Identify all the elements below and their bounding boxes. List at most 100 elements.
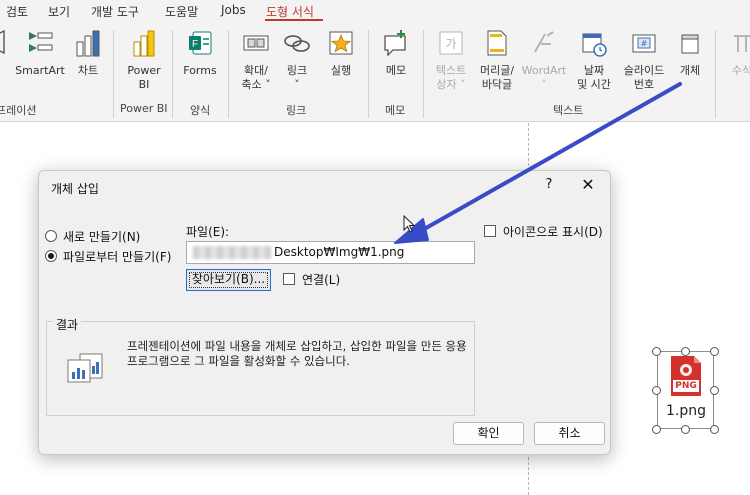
header-footer-label-1: 머리글/: [479, 64, 515, 77]
create-from-file-radio[interactable]: 파일로부터 만들기(F): [45, 248, 171, 264]
browse-button[interactable]: 찾아보기(B)...: [186, 269, 271, 291]
powerbi-label-2: BI: [138, 78, 150, 91]
create-new-radio[interactable]: 새로 만들기(N): [45, 228, 140, 244]
zoom-label-1: 확대/: [244, 64, 268, 77]
tab-review[interactable]: 검토: [6, 3, 28, 20]
shapes-button[interactable]: [0, 28, 8, 64]
group-label-comments: 메모: [385, 104, 406, 117]
group-separator: [368, 30, 369, 118]
forms-icon: F: [180, 28, 220, 60]
slide-number-button[interactable]: # 슬라이드 번호: [618, 28, 670, 92]
display-as-icon-checkbox[interactable]: 아이콘으로 표시(D): [484, 223, 603, 239]
resize-handle-nw[interactable]: [652, 347, 661, 356]
equation-button[interactable]: 수식: [727, 28, 750, 78]
svg-text:가: 가: [445, 37, 456, 51]
close-button[interactable]: ✕: [577, 175, 599, 194]
forms-label: Forms: [183, 64, 217, 77]
date-time-label-2: 및 시간: [577, 78, 611, 91]
redacted-path: [193, 246, 271, 259]
chart-button[interactable]: 차트: [73, 28, 103, 78]
action-label: 실행: [330, 64, 352, 77]
result-description: 프레젠테이션에 파일 내용을 개체로 삽입하고, 삽입한 파일을 만든 응용 프…: [127, 339, 467, 368]
group-separator: [113, 30, 114, 118]
radio-circle-checked: [45, 250, 57, 262]
help-button[interactable]: ?: [539, 177, 559, 192]
insert-object-dialog: 개체 삽입 ? ✕ 새로 만들기(N) 파일로부터 만들기(F) 파일(E): …: [38, 170, 611, 455]
menu-bar: 검토 보기 개발 도구 도움말 Jobs 도형 서식: [0, 0, 750, 22]
resize-handle-e[interactable]: [710, 386, 719, 395]
chart-label: 차트: [77, 64, 99, 77]
powerbi-icon: [124, 28, 164, 60]
zoom-icon: [236, 28, 276, 60]
svg-text:F: F: [192, 39, 198, 50]
file-path-input[interactable]: Desktop₩Img₩1.png: [186, 241, 475, 264]
wordart-label-1: WordArt: [521, 64, 567, 77]
action-button[interactable]: 실행: [324, 28, 358, 78]
header-footer-label-2: 바닥글: [481, 78, 513, 91]
smartart-icon: [14, 28, 66, 60]
cancel-button[interactable]: 취소: [534, 422, 605, 445]
resize-handle-w[interactable]: [652, 386, 661, 395]
link-icon: [282, 28, 312, 60]
embedded-document-icon: [66, 352, 106, 388]
resize-handle-ne[interactable]: [710, 347, 719, 356]
wordart-label-2: ˅: [541, 78, 547, 91]
create-from-file-label: 파일로부터 만들기(F): [63, 249, 172, 264]
powerbi-button[interactable]: Power BI: [124, 28, 164, 92]
resize-handle-s[interactable]: [681, 425, 690, 434]
tab-help[interactable]: 도움말: [165, 3, 198, 20]
wordart-button[interactable]: WordArt ˅: [520, 28, 568, 92]
zoom-label-2: 축소 ˅: [241, 78, 271, 91]
group-label-illustrations: 프레이션: [0, 104, 37, 117]
object-label: 개체: [679, 64, 701, 77]
group-separator: [172, 30, 173, 118]
memo-label: 메모: [385, 64, 407, 77]
resize-handle-sw[interactable]: [652, 425, 661, 434]
tab-developer[interactable]: 개발 도구: [91, 3, 139, 20]
object-button[interactable]: 개체: [672, 28, 708, 78]
group-label-forms: 양식: [190, 104, 211, 117]
tab-shape-format[interactable]: 도형 서식: [266, 3, 314, 20]
link-label-1: 링크: [286, 64, 308, 77]
link-button[interactable]: 링크 ˅: [282, 28, 312, 92]
star-icon: [324, 28, 358, 60]
slide-number-label-1: 슬라이드: [623, 64, 665, 77]
embedded-object-label: 1.png: [665, 403, 706, 419]
zoom-button[interactable]: 확대/ 축소 ˅: [236, 28, 276, 92]
date-time-button[interactable]: 날짜 및 시간: [572, 28, 616, 92]
file-label: 파일(E):: [186, 225, 230, 239]
smartart-button[interactable]: SmartArt: [14, 28, 66, 78]
comment-icon: [378, 28, 414, 60]
radio-circle: [45, 230, 57, 242]
ribbon: SmartArt 차트 Power BI F Forms 확대/ 축소 ˅ 링크…: [0, 22, 750, 122]
result-label: 결과: [53, 316, 82, 333]
calendar-clock-icon: [572, 28, 616, 60]
textbox-label-1: 텍스트: [435, 64, 467, 77]
svg-text:#: #: [641, 39, 648, 48]
pi-icon: [727, 28, 750, 60]
textbox-label-2: 상자 ˅: [436, 78, 466, 91]
file-path-value: Desktop₩Img₩1.png: [274, 245, 405, 259]
active-tab-indicator: [265, 19, 323, 21]
memo-button[interactable]: 메모: [378, 28, 414, 78]
wordart-icon: [520, 28, 568, 60]
slide-number-icon: #: [618, 28, 670, 60]
date-time-label-1: 날짜: [583, 64, 605, 77]
group-separator: [228, 30, 229, 118]
powerbi-label-1: Power: [127, 64, 161, 77]
header-footer-icon: [474, 28, 520, 60]
smartart-label: SmartArt: [15, 64, 65, 77]
group-label-text: 텍스트: [553, 104, 584, 117]
group-label-powerbi: Power BI: [120, 102, 168, 115]
ok-button[interactable]: 확인: [453, 422, 524, 445]
forms-button[interactable]: F Forms: [180, 28, 220, 78]
slide-number-label-2: 번호: [633, 78, 655, 91]
link-label-2: ˅: [294, 78, 300, 91]
tab-jobs[interactable]: Jobs: [221, 3, 246, 17]
link-checkbox[interactable]: 연결(L): [283, 271, 340, 287]
header-footer-button[interactable]: 머리글/ 바닥글: [474, 28, 520, 92]
tab-view[interactable]: 보기: [48, 3, 70, 20]
textbox-button[interactable]: 가 텍스트 상자 ˅: [430, 28, 472, 92]
resize-handle-se[interactable]: [710, 425, 719, 434]
group-label-links: 링크: [286, 104, 307, 117]
